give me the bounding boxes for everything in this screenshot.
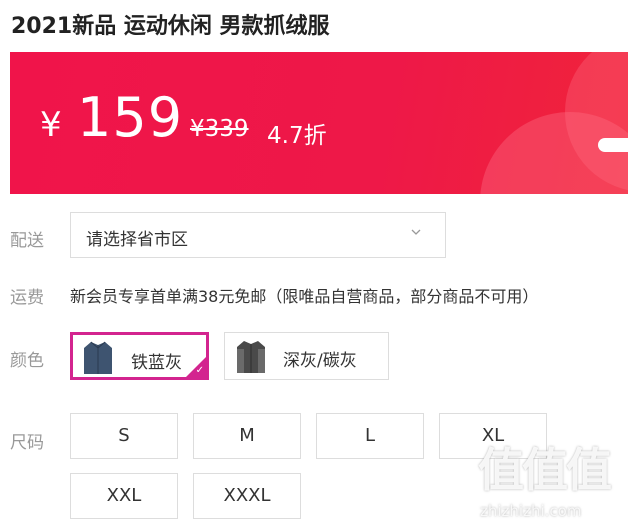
region-select[interactable]: 请选择省市区	[70, 212, 446, 258]
banner-decoration-pill	[598, 138, 628, 152]
product-title: 2021新品 运动休闲 男款抓绒服	[11, 14, 330, 39]
color-label: 颜色	[10, 351, 44, 371]
delivery-label: 配送	[10, 231, 44, 251]
check-icon: ✓	[195, 365, 204, 376]
size-option-m[interactable]: M	[193, 413, 301, 459]
color-option-label: 铁蓝灰	[131, 353, 182, 373]
chevron-down-icon	[411, 229, 421, 235]
jacket-thumbnail-icon	[237, 341, 265, 373]
price-banner: ¥ 159 ¥339 4.7折	[10, 52, 628, 194]
size-option-xxxl[interactable]: XXXL	[193, 473, 301, 519]
size-option-s[interactable]: S	[70, 413, 178, 459]
site-watermark: 值值值 zhizhizhi.com	[470, 432, 628, 527]
discount-rate: 4.7折	[267, 123, 327, 149]
currency-symbol: ¥	[40, 105, 62, 145]
color-option-label: 深灰/碳灰	[283, 351, 357, 371]
current-price: 159	[77, 86, 184, 149]
original-price: ¥339	[190, 116, 249, 142]
watermark-glyphs: 值值值	[478, 443, 612, 497]
region-select-placeholder: 请选择省市区	[86, 230, 188, 250]
size-option-xxl[interactable]: XXL	[70, 473, 178, 519]
shipping-info: 新会员专享首单满38元免邮（限唯品自营商品，部分商品不可用）	[70, 287, 539, 306]
watermark-site: zhizhizhi.com	[480, 502, 582, 520]
shipping-label: 运费	[10, 288, 44, 308]
color-option-dark-gray-charcoal[interactable]: 深灰/碳灰	[224, 332, 389, 380]
size-option-l[interactable]: L	[316, 413, 424, 459]
color-option-iron-blue-gray[interactable]: 铁蓝灰 ✓	[70, 332, 209, 380]
size-label: 尺码	[10, 433, 44, 453]
jacket-thumbnail-icon	[84, 341, 112, 374]
